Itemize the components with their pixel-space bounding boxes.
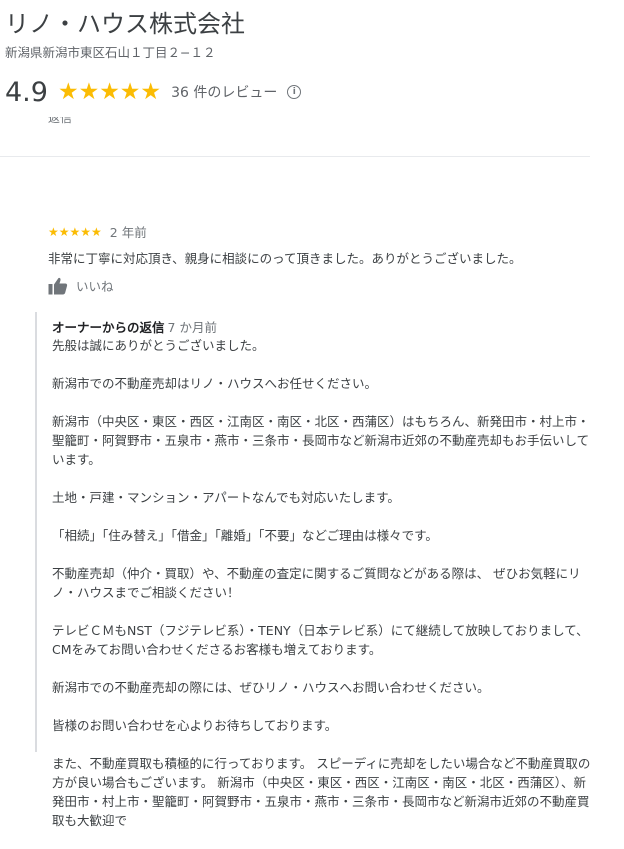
owner-reply-header: オーナーからの返信 7 か月前 xyxy=(52,317,217,336)
owner-reply-paragraph: また、不動産買取も積極的に行っております。 スピーディに売却をしたい場合など不動… xyxy=(52,756,591,828)
owner-reply-date: 7 か月前 xyxy=(167,320,217,335)
owner-reply-paragraph: 新潟市（中央区・東区・西区・江南区・南区・北区・西蒲区）はもちろん、新発田市・村… xyxy=(52,414,590,467)
owner-reply-paragraph: 新潟市での不動産売却はリノ・ハウスへお任せください。 xyxy=(52,376,378,391)
review-text: 非常に丁寧に対応頂き、親身に相談にのって頂きました。ありがとうございました。 xyxy=(48,251,522,266)
business-address: 新潟県新潟市東区石山１丁目２−１２ xyxy=(5,45,216,60)
owner-reply-paragraph: テレビＣＭもNST（フジテレビ系）・TENY（日本テレビ系）にて継続して放映して… xyxy=(52,623,589,657)
divider xyxy=(0,156,590,157)
like-label: いいね xyxy=(76,279,114,294)
rating-stars: ★★★★★ xyxy=(57,79,162,105)
rating-summary: 4.9 ★★★★★ 36 件のレビュー i xyxy=(5,76,302,108)
review-stars: ★★★★★ xyxy=(48,224,102,239)
rating-score: 4.9 xyxy=(5,76,48,108)
review-meta: ★★★★★ 2 年前 xyxy=(48,222,147,241)
owner-reply-title: オーナーからの返信 xyxy=(52,320,165,335)
info-icon[interactable]: i xyxy=(287,85,302,99)
owner-reply-paragraph: 「相続」「住み替え」「借金」「離婚」「不要」などご理由は様々です。 xyxy=(52,528,438,543)
business-name: リノ・ハウス株式会社 xyxy=(5,10,245,38)
owner-reply-paragraph: 先般は誠にありがとうございました。 xyxy=(52,338,265,353)
owner-reply-paragraph: 不動産売却（仲介・買取）や、不動産の査定に関するご質問などがある際は、 ぜひお気… xyxy=(52,566,581,600)
owner-reply-paragraph: 土地・戸建・マンション・アパートなんでも対応いたします。 xyxy=(52,490,400,505)
like-button[interactable]: いいね xyxy=(48,276,114,295)
owner-reply-paragraph: 皆様のお問い合わせを心よりお待ちしております。 xyxy=(52,718,338,733)
previous-reply-clipped: 返信 xyxy=(48,117,73,125)
owner-reply-text: 先般は誠にありがとうございました。 新潟市での不動産売却はリノ・ハウスへお任せく… xyxy=(52,336,597,849)
review-count-link[interactable]: 36 件のレビュー xyxy=(171,82,277,102)
thumbs-up-icon xyxy=(48,277,68,294)
owner-reply: オーナーからの返信 7 か月前 先般は誠にありがとうございました。 新潟市での不動… xyxy=(35,312,597,828)
owner-reply-paragraph: 新潟市での不動産売却の際には、ぜひリノ・ハウスへお問い合わせください。 xyxy=(52,680,490,695)
review-date: 2 年前 xyxy=(109,225,147,240)
